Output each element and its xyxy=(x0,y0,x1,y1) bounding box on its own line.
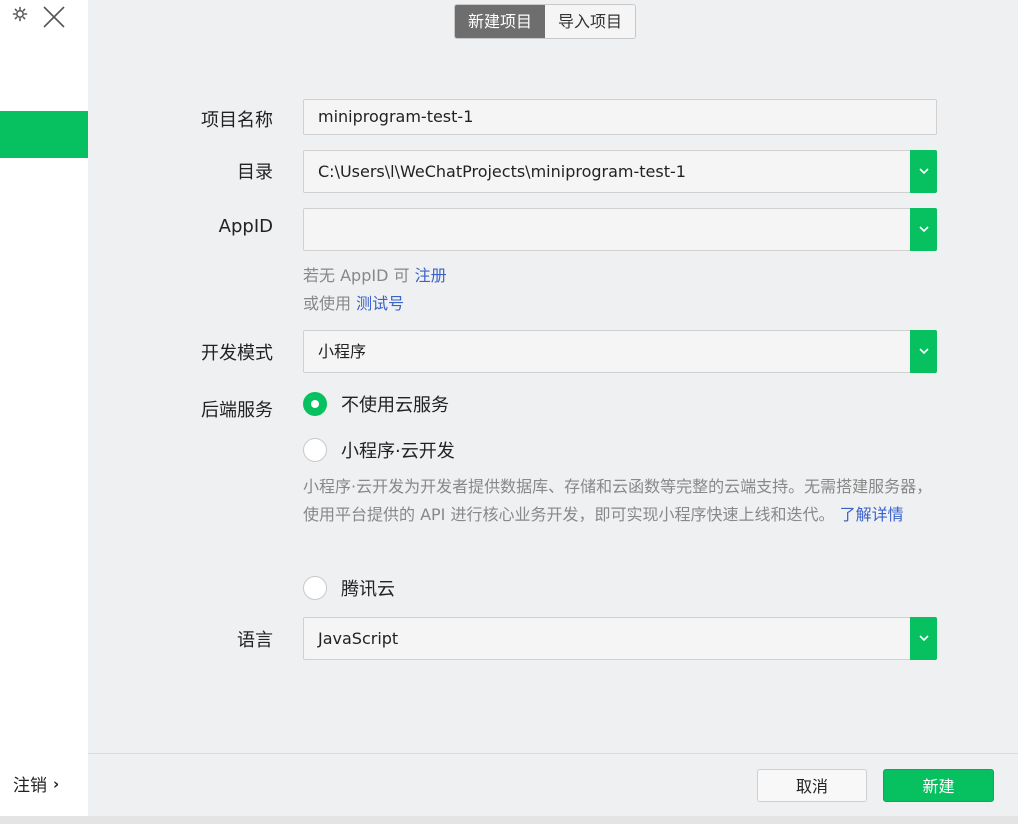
appid-label: AppID xyxy=(218,216,273,237)
project-name-label: 项目名称 xyxy=(201,110,273,131)
gear-icon[interactable] xyxy=(12,6,28,22)
radio-no-cloud[interactable]: 不使用云服务 xyxy=(303,391,449,417)
dev-mode-select[interactable]: 小程序 xyxy=(303,330,937,373)
appid-register-text: 若无 AppID 可 xyxy=(303,266,415,285)
chevron-down-icon[interactable] xyxy=(910,330,937,373)
new-project-panel: 新建项目 导入项目 项目名称 miniprogram-test-1 目录 C:\… xyxy=(88,0,1018,816)
tab-import-project[interactable]: 导入项目 xyxy=(545,5,636,38)
cancel-button[interactable]: 取消 xyxy=(757,769,867,802)
chevron-down-icon[interactable] xyxy=(910,617,937,660)
directory-select[interactable]: C:\Users\l\WeChatProjects\miniprogram-te… xyxy=(303,150,937,193)
footer-divider xyxy=(88,753,1018,754)
learn-more-link[interactable]: 了解详情 xyxy=(840,505,904,524)
radio-no-cloud-label: 不使用云服务 xyxy=(341,395,449,416)
sidebar-active-item[interactable] xyxy=(0,111,88,158)
cloud-dev-description-text: 小程序·云开发为开发者提供数据库、存储和云函数等完整的云端支持。无需搭建服务器，… xyxy=(303,477,933,524)
directory-label: 目录 xyxy=(237,162,273,183)
language-value: JavaScript xyxy=(318,629,399,648)
background-window-edge xyxy=(0,816,1018,824)
radio-tencent-cloud-label: 腾讯云 xyxy=(341,579,395,600)
appid-register-hint: 若无 AppID 可 注册 xyxy=(303,262,447,286)
appid-select[interactable] xyxy=(303,208,937,251)
chevron-down-icon[interactable] xyxy=(910,150,937,193)
appid-test-hint: 或使用 测试号 xyxy=(303,290,404,314)
directory-value: C:\Users\l\WeChatProjects\miniprogram-te… xyxy=(318,162,686,181)
radio-cloud-dev-label: 小程序·云开发 xyxy=(341,441,455,462)
logout-label: 注销 xyxy=(13,776,47,796)
radio-unchecked-icon[interactable] xyxy=(303,438,327,462)
cloud-dev-description: 小程序·云开发为开发者提供数据库、存储和云函数等完整的云端支持。无需搭建服务器，… xyxy=(303,473,937,529)
radio-tencent-cloud[interactable]: 腾讯云 xyxy=(303,575,395,601)
dev-mode-label: 开发模式 xyxy=(201,343,273,364)
chevron-down-icon[interactable] xyxy=(910,208,937,251)
tab-new-project[interactable]: 新建项目 xyxy=(455,5,546,38)
radio-unchecked-icon[interactable] xyxy=(303,576,327,600)
sidebar: 注销 › xyxy=(0,0,88,816)
create-button[interactable]: 新建 xyxy=(883,769,994,802)
language-label: 语言 xyxy=(237,630,273,651)
project-tabs: 新建项目 导入项目 xyxy=(454,4,637,39)
logout-button[interactable]: 注销 › xyxy=(13,771,60,797)
project-name-input[interactable]: miniprogram-test-1 xyxy=(303,99,937,135)
test-account-link[interactable]: 测试号 xyxy=(356,294,404,313)
radio-cloud-dev[interactable]: 小程序·云开发 xyxy=(303,437,455,463)
backend-label: 后端服务 xyxy=(201,400,273,421)
register-link[interactable]: 注册 xyxy=(415,266,447,285)
close-icon[interactable] xyxy=(41,4,67,30)
language-select[interactable]: JavaScript xyxy=(303,617,937,660)
dev-mode-value: 小程序 xyxy=(318,342,367,361)
chevron-right-icon: › xyxy=(53,774,60,793)
appid-test-text: 或使用 xyxy=(303,294,357,313)
radio-checked-icon[interactable] xyxy=(303,392,327,416)
